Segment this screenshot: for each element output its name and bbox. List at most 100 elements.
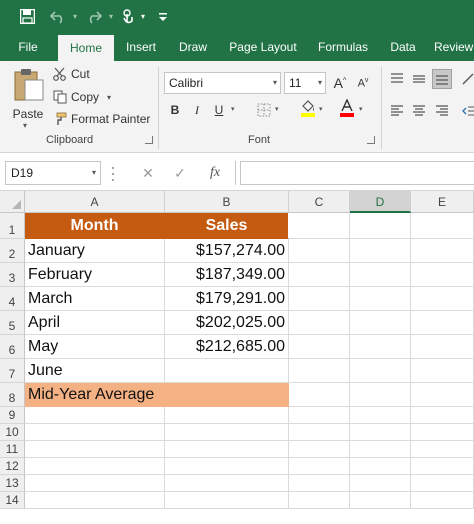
font-name-dropdown-icon[interactable]: ▾ <box>273 73 277 93</box>
month-cell[interactable]: April <box>25 311 165 335</box>
touch-mode-icon[interactable] <box>118 0 138 33</box>
cell-e9[interactable] <box>411 407 474 424</box>
cell-b12[interactable] <box>165 458 289 475</box>
cell-e5[interactable] <box>411 311 474 335</box>
cell-c11[interactable] <box>289 441 350 458</box>
cell-b14[interactable] <box>165 492 289 509</box>
increase-font-size-button[interactable]: A^ <box>330 74 350 92</box>
sales-cell[interactable] <box>165 359 289 383</box>
row-header-5[interactable]: 5 <box>0 311 25 335</box>
cell-c1[interactable] <box>289 213 350 239</box>
month-cell[interactable]: June <box>25 359 165 383</box>
font-size-dropdown-icon[interactable]: ▾ <box>318 73 322 93</box>
copy-button[interactable]: Copy ▾ <box>52 87 111 107</box>
font-color-button[interactable] <box>338 99 356 117</box>
month-cell[interactable]: May <box>25 335 165 359</box>
borders-dropdown-icon[interactable]: ▾ <box>275 105 279 113</box>
fill-color-dropdown-icon[interactable]: ▾ <box>319 105 323 113</box>
enter-icon[interactable]: ✓ <box>170 161 190 185</box>
font-name-combo[interactable]: Calibri ▾ <box>164 72 281 94</box>
cell-d2[interactable] <box>350 239 411 263</box>
insert-function-icon[interactable]: fx <box>204 161 226 185</box>
sales-cell[interactable]: $157,274.00 <box>165 239 289 263</box>
row-header-12[interactable]: 12 <box>0 458 25 475</box>
align-right-button[interactable] <box>432 101 452 121</box>
cell-d1[interactable] <box>350 213 411 239</box>
cancel-icon[interactable]: ✕ <box>138 161 158 185</box>
month-cell[interactable]: January <box>25 239 165 263</box>
touch-dropdown-icon[interactable]: ▾ <box>138 0 148 33</box>
cell-d12[interactable] <box>350 458 411 475</box>
cell-e13[interactable] <box>411 475 474 492</box>
redo-icon[interactable] <box>84 0 104 33</box>
cell-c7[interactable] <box>289 359 350 383</box>
clipboard-dialog-launcher-icon[interactable] <box>145 136 153 144</box>
formula-input[interactable] <box>240 161 474 185</box>
undo-dropdown-icon[interactable]: ▾ <box>70 0 80 33</box>
column-header-b[interactable]: B <box>165 191 289 213</box>
middle-align-button[interactable] <box>409 69 429 89</box>
mid-year-average-value[interactable] <box>165 383 289 407</box>
cell-a11[interactable] <box>25 441 165 458</box>
format-painter-button[interactable]: Format Painter <box>52 109 150 129</box>
cell-c8[interactable] <box>289 383 350 407</box>
sales-column-header[interactable]: Sales <box>165 213 289 239</box>
cell-d11[interactable] <box>350 441 411 458</box>
cell-e11[interactable] <box>411 441 474 458</box>
undo-icon[interactable] <box>48 0 68 33</box>
cell-e12[interactable] <box>411 458 474 475</box>
row-header-11[interactable]: 11 <box>0 441 25 458</box>
sales-cell[interactable]: $202,025.00 <box>165 311 289 335</box>
select-all-button[interactable] <box>0 191 25 213</box>
cut-button[interactable]: Cut <box>52 64 90 84</box>
tab-file[interactable]: File <box>10 33 46 61</box>
sales-cell[interactable]: $212,685.00 <box>165 335 289 359</box>
row-header-6[interactable]: 6 <box>0 335 25 359</box>
cell-c10[interactable] <box>289 424 350 441</box>
cell-b11[interactable] <box>165 441 289 458</box>
tab-home[interactable]: Home <box>58 35 114 61</box>
cell-a9[interactable] <box>25 407 165 424</box>
underline-button[interactable]: U <box>210 101 228 119</box>
row-header-2[interactable]: 2 <box>0 239 25 263</box>
copy-dropdown-icon[interactable]: ▾ <box>107 93 111 102</box>
cell-b10[interactable] <box>165 424 289 441</box>
cell-c2[interactable] <box>289 239 350 263</box>
cell-c9[interactable] <box>289 407 350 424</box>
cell-c5[interactable] <box>289 311 350 335</box>
row-header-9[interactable]: 9 <box>0 407 25 424</box>
cell-d10[interactable] <box>350 424 411 441</box>
cell-d4[interactable] <box>350 287 411 311</box>
cell-d13[interactable] <box>350 475 411 492</box>
tab-review[interactable]: Review <box>434 33 474 61</box>
cell-c3[interactable] <box>289 263 350 287</box>
cell-a10[interactable] <box>25 424 165 441</box>
cell-b13[interactable] <box>165 475 289 492</box>
cell-e10[interactable] <box>411 424 474 441</box>
top-align-button[interactable] <box>387 69 407 89</box>
tab-insert[interactable]: Insert <box>118 33 164 61</box>
cell-d9[interactable] <box>350 407 411 424</box>
bold-button[interactable]: B <box>166 101 184 119</box>
cell-d7[interactable] <box>350 359 411 383</box>
month-cell[interactable]: February <box>25 263 165 287</box>
cell-e6[interactable] <box>411 335 474 359</box>
row-header-10[interactable]: 10 <box>0 424 25 441</box>
font-size-combo[interactable]: 11 ▾ <box>284 72 326 94</box>
tab-draw[interactable]: Draw <box>172 33 214 61</box>
paste-dropdown-icon[interactable]: ▾ <box>23 121 27 130</box>
cell-e14[interactable] <box>411 492 474 509</box>
align-left-button[interactable] <box>387 101 407 121</box>
tab-formulas[interactable]: Formulas <box>312 33 374 61</box>
cell-e7[interactable] <box>411 359 474 383</box>
month-cell[interactable]: March <box>25 287 165 311</box>
cell-d3[interactable] <box>350 263 411 287</box>
cell-d8[interactable] <box>350 383 411 407</box>
save-icon[interactable] <box>14 0 40 33</box>
align-center-button[interactable] <box>409 101 429 121</box>
month-column-header[interactable]: Month <box>25 213 165 239</box>
orientation-button[interactable] <box>458 69 474 89</box>
fill-color-button[interactable] <box>299 99 317 117</box>
sales-cell[interactable]: $179,291.00 <box>165 287 289 311</box>
column-header-c[interactable]: C <box>289 191 350 213</box>
